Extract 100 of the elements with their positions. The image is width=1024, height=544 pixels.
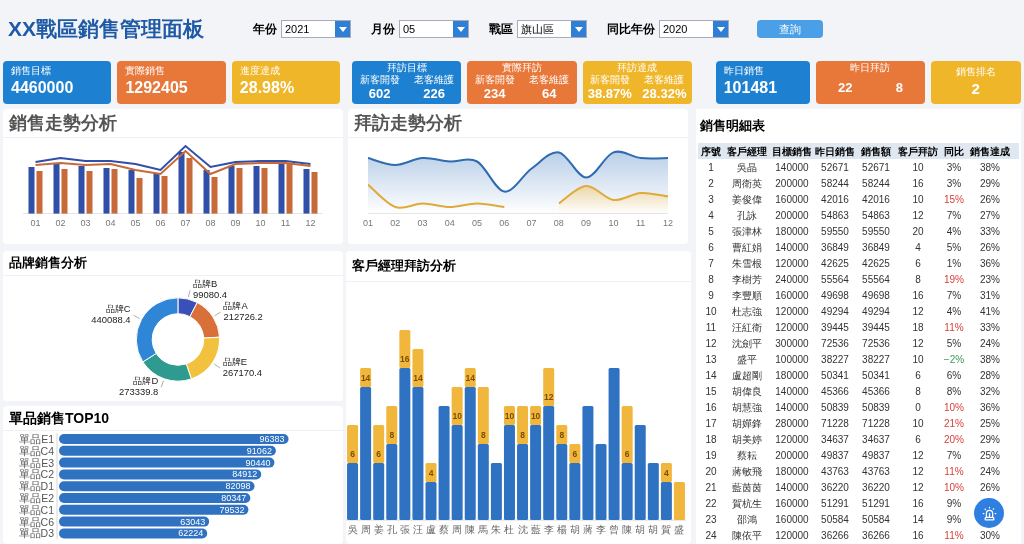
bar-value: 80347 [221,493,247,503]
dropdown-icon [571,21,586,37]
select-field[interactable]: 05 [399,20,469,38]
table-cell-text: 12 [911,464,925,479]
axis-label: 單品D3 [18,527,54,540]
table-cell-text: 22 [704,496,718,511]
table-cell-text: 12 [911,448,925,463]
axis-label: 曾 [609,524,620,535]
table-cell-text: 16 [911,528,925,543]
table-cell-text: 賀杭生 [731,496,763,511]
bar-value: 16 [400,354,410,364]
filter-label: 戰區 [489,21,513,38]
select-field[interactable]: 旗山區 [517,20,587,38]
bar-value: 62224 [178,528,204,539]
table-cell-text: 25% [979,448,1001,463]
axis-label: 李 [596,524,606,535]
axis-label: 朱 [491,524,502,535]
slice-value: 212726.2 [223,311,263,323]
bar-value: 91062 [246,445,272,456]
table-cell-text: 29% [979,432,1001,447]
table-cell-text: 160000 [774,512,810,527]
table-cell-text: 59550 [820,224,850,239]
table-cell-text: 49698 [820,288,850,303]
table-cell-text: 49837 [820,448,850,463]
kpi-value: 2 [971,79,980,99]
table-cell-text: 36266 [820,528,850,543]
table-cell-text: 18 [911,320,925,335]
table-cell-text: 12 [911,208,925,223]
table-cell-text: 49294 [861,304,891,319]
slice-label: 品牌A [223,300,248,312]
leader-line [160,380,164,388]
kpi-value: 226 [423,86,445,101]
slice-label: 品牌E [222,355,248,367]
table-cell-text: 39445 [820,320,850,335]
table-cell-text: 59550 [861,224,891,239]
table-cell-text: 13 [704,352,718,367]
table-cell-text: 49837 [861,448,891,463]
table-cell-text: 李樹芳 [731,272,763,287]
kpi-label: 進度達成 [239,64,281,77]
table-cell-text: 10% [943,480,965,495]
table-cell-text: 19 [704,448,718,463]
table-cell-text: 10 [911,352,925,367]
table-cell-text: 120000 [774,256,810,271]
table-cell-text: 曹紅娟 [731,240,763,255]
table-cell-text: 16 [911,288,925,303]
table-cell-text: 36266 [861,528,891,543]
axis-label: 05 [471,217,484,230]
leader-line [133,314,141,319]
column-header: 客戶經理 [726,144,768,159]
axis-label: 李 [543,524,554,535]
table-cell-text: 15 [704,384,718,399]
table-cell-text: 11% [943,464,965,479]
table-cell-text: 24% [979,336,1001,351]
select-field[interactable]: 2020 [659,20,729,38]
bar-value: 14 [360,373,371,383]
kpi-value: 1292405 [125,78,189,98]
table-cell-text: 12 [911,304,925,319]
column-header: 銷售額 [860,144,892,159]
table-cell-text: 26% [979,480,1001,495]
table-cell-text: 12 [911,336,925,351]
bar-value: 10 [504,411,515,421]
axis-label: 盧 [426,524,436,535]
table-cell-text: 32% [979,384,1001,399]
table-cell-text: 李豐順 [731,288,763,303]
bar-value: 82098 [225,481,251,492]
axis-label: 單品E3 [19,456,54,469]
column-header: 同比 [943,144,965,159]
table-cell-text: 0 [914,400,922,415]
table-cell-text: 朱雪根 [731,256,763,271]
select-field[interactable]: 2021 [281,20,351,38]
siren-icon [981,505,997,521]
table-cell-text: 120000 [774,304,810,319]
table-cell-text: 16 [911,496,925,511]
table-cell-text: 10 [704,304,718,319]
table-cell-text: 9% [945,496,963,511]
table-cell-text: 4% [945,304,963,319]
bar-value: 79532 [219,504,245,515]
kpi-value: 234 [483,86,506,101]
table-cell-text: 沈劍平 [731,336,763,351]
axis-label: 陳 [622,524,633,535]
table-cell-text: 140000 [774,160,810,175]
table-cell-text: 38227 [820,352,850,367]
table-cell-text: 71228 [861,416,891,431]
axis-label: 09 [580,217,593,230]
table-cell-text: 10 [911,160,925,175]
axis-label: 胡 [635,524,646,535]
panel-title: 銷售明細表 [699,117,766,135]
axis-label: 賀 [661,524,672,535]
slice-value: 273339.8 [119,386,159,398]
bar-value: 6 [572,449,578,459]
table-cell-text: 26% [979,240,1001,255]
table-cell-text: 16 [911,176,925,191]
table-cell-text: 12 [704,336,718,351]
dropdown-icon [335,21,350,37]
filter-label: 年份 [253,21,277,38]
table-cell-text: 55564 [820,272,850,287]
axis-label: 06 [498,217,511,230]
table-cell-text: 34637 [820,432,850,447]
table-cell-text: 72536 [820,336,850,351]
axis-label: 馬 [478,524,489,535]
